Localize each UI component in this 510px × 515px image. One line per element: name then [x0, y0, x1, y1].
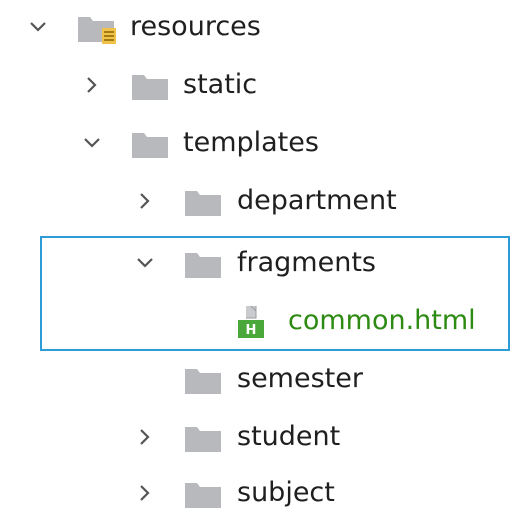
tree-item-label: student — [237, 421, 341, 452]
tree-item-label: department — [237, 185, 397, 216]
tree-item-department[interactable]: department — [0, 174, 510, 232]
tree-item-fragments[interactable]: fragments — [0, 236, 510, 294]
tree-item-resources[interactable]: resources — [0, 0, 510, 58]
tree-item-semester[interactable]: semester — [0, 352, 510, 410]
tree-item-label: subject — [237, 477, 335, 508]
chevron-down-icon[interactable] — [80, 131, 104, 155]
svg-text:H: H — [246, 323, 257, 338]
chevron-down-icon[interactable] — [133, 251, 157, 275]
tree-item-label: fragments — [237, 247, 376, 278]
tree-item-label: static — [183, 69, 258, 100]
tree-item-templates[interactable]: templates — [0, 116, 510, 174]
tree-item-label: templates — [183, 127, 319, 158]
folder-icon — [185, 427, 221, 452]
tree-item-common-html[interactable]: H common.html — [0, 294, 510, 352]
resources-folder-icon — [78, 17, 116, 44]
tree-item-student[interactable]: student — [0, 410, 510, 468]
html-file-icon: H — [238, 305, 264, 338]
tree-item-subject[interactable]: subject — [0, 466, 510, 515]
folder-icon — [185, 369, 221, 394]
folder-icon — [185, 253, 221, 278]
chevron-right-icon[interactable] — [80, 73, 104, 97]
tree-item-static[interactable]: static — [0, 58, 510, 116]
chevron-right-icon[interactable] — [133, 425, 157, 449]
chevron-down-icon[interactable] — [26, 15, 50, 39]
project-tree: resources static templates department fr… — [0, 0, 510, 515]
chevron-right-icon[interactable] — [133, 189, 157, 213]
folder-icon — [132, 75, 168, 100]
chevron-right-icon[interactable] — [133, 481, 157, 505]
folder-icon — [185, 191, 221, 216]
tree-item-label: common.html — [288, 305, 476, 336]
folder-icon — [185, 483, 221, 508]
folder-icon — [132, 133, 168, 158]
tree-item-label: resources — [130, 11, 261, 42]
tree-item-label: semester — [237, 363, 363, 394]
